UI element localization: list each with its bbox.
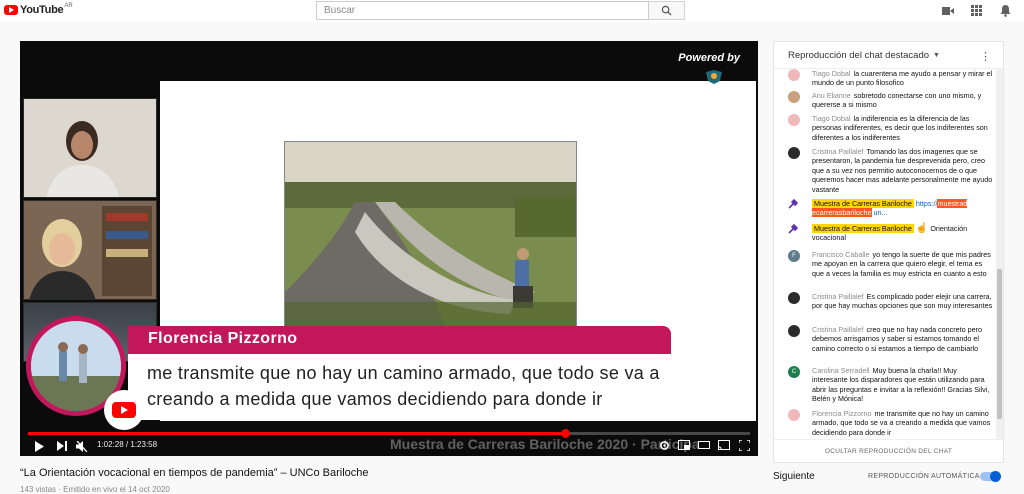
wrench-icon	[788, 198, 800, 211]
chat-message: Muestra de Carreras Bariloche ☝ Orientac…	[788, 224, 994, 243]
chat-author-highlighted: Muestra de Carreras Bariloche	[812, 199, 914, 208]
chat-scroll-thumb[interactable]	[997, 269, 1002, 419]
chat-header-title: Reproducción del chat destacado	[788, 49, 930, 61]
miniplayer-icon	[678, 440, 690, 450]
chat-author: Cristina Paillalef	[812, 292, 864, 301]
skip-next-icon	[57, 441, 67, 451]
apps-icon[interactable]	[970, 4, 983, 17]
youtube-logo[interactable]: YouTube AR	[4, 3, 73, 16]
chat-message: F Francisco Caballe yo tengo la suerte de…	[788, 250, 994, 278]
streamyard-icon	[706, 70, 722, 84]
cast-button[interactable]	[718, 439, 730, 451]
chat-message: Tiago Dobal la cuarentena me ayudo a pens…	[788, 69, 994, 88]
fullscreen-icon	[738, 439, 750, 451]
autoplay-label: REPRODUCCIÓN AUTOMÁTICA	[868, 473, 980, 480]
chevron-down-icon[interactable]: ▼	[933, 52, 940, 59]
chat-author: Cristina Paillalef	[812, 325, 864, 334]
chat-header[interactable]: Reproducción del chat destacado ▼ ⋮	[774, 42, 1003, 69]
search-icon	[661, 5, 672, 16]
chat-author: Cristina Paillalef	[812, 147, 864, 156]
hide-chat-label: OCULTAR REPRODUCCIÓN DEL CHAT	[824, 448, 953, 455]
masthead: YouTube AR Buscar	[0, 0, 1024, 22]
time-current: 1:02:28	[97, 440, 124, 449]
video-title: “La Orientación vocacional en tiempos de…	[20, 467, 369, 479]
chat-message: Tiago Dobal la indiferencia es la diferen…	[788, 114, 994, 142]
avatar	[788, 114, 800, 126]
chat-author: Tiago Dobal	[812, 69, 851, 78]
play-button[interactable]	[34, 439, 44, 453]
chat-message: Anu Elianne sobretodo conectarse con uno …	[788, 91, 994, 110]
chat-messages: Tiago Dobal la cuarentena me ayudo a pens…	[774, 69, 996, 439]
search-button[interactable]	[649, 1, 685, 20]
lower-third-line-2: creando a medida que vamos decidiendo pa…	[147, 389, 603, 409]
video-meta: 143 vistas · Emitido en vivo el 14 oct 2…	[20, 485, 170, 494]
time-total: 1:23:58	[130, 440, 158, 449]
volume-muted-icon	[76, 440, 88, 452]
wrench-icon	[788, 223, 800, 236]
live-chat-replay: Reproducción del chat destacado ▼ ⋮ Tiag…	[773, 41, 1004, 463]
youtube-play-icon	[4, 5, 18, 15]
chat-message: Florencia Pizzorno me transmite que no ha…	[788, 409, 994, 437]
cast-icon	[718, 440, 730, 450]
chat-author: Carolina Serradell	[812, 366, 870, 375]
search-input[interactable]: Buscar	[316, 1, 649, 20]
avatar: F	[788, 250, 800, 262]
progress-fill	[28, 432, 566, 435]
lower-third-name: Florencia Pizzorno	[148, 330, 298, 347]
miniplayer-button[interactable]	[678, 439, 690, 451]
youtube-badge	[104, 390, 144, 430]
settings-button[interactable]	[658, 439, 670, 451]
theater-button[interactable]	[698, 439, 710, 451]
autoplay-toggle-knob	[990, 471, 1001, 482]
chat-message: Cristina Paillalef Es complicado poder el…	[788, 292, 994, 311]
chat-author: Florencia Pizzorno	[812, 409, 872, 418]
chat-author: Anu Elianne	[812, 91, 851, 100]
chat-author: Francisco Caballe	[812, 250, 870, 259]
powered-by: Powered by	[678, 52, 740, 64]
mute-button[interactable]	[76, 439, 88, 453]
chat-author: Tiago Dobal	[812, 114, 851, 123]
gear-icon	[659, 440, 669, 450]
chat-message: Cristina Paillalef creo que no hay nada c…	[788, 325, 994, 353]
fullscreen-button[interactable]	[738, 439, 750, 451]
theater-mode-icon	[698, 441, 710, 449]
participant-camera-1	[23, 98, 157, 198]
next-button[interactable]	[57, 439, 67, 453]
video-player[interactable]: Powered by StreamYard Florencia Pizzorno…	[20, 41, 758, 456]
play-icon	[35, 440, 44, 452]
chat-message: Cristina Paillalef Tomando las dos imagen…	[788, 147, 994, 194]
chat-message: C Carolina Serradell Muy buena la charla!…	[788, 366, 994, 404]
avatar	[788, 325, 800, 337]
participant-camera-2	[23, 200, 157, 300]
streamyard-watermark: StreamYard	[685, 94, 754, 108]
youtube-play-icon	[112, 402, 136, 418]
more-options-icon[interactable]: ⋮	[980, 50, 991, 63]
logo-text: YouTube	[20, 4, 64, 16]
ticker-text: Muestra de Carreras Bariloche 2020 · Par…	[390, 436, 700, 452]
chat-message: Muestra de Carreras Bariloche https://mu…	[788, 198, 994, 218]
avatar	[788, 409, 800, 421]
lower-third-line-1: me transmite que no hay un camino armado…	[147, 363, 660, 383]
chat-scrollbar[interactable]	[996, 69, 1003, 439]
avatar	[788, 292, 800, 304]
notifications-icon[interactable]	[999, 4, 1012, 17]
hide-chat-button[interactable]: OCULTAR REPRODUCCIÓN DEL CHAT	[774, 439, 1003, 462]
search-placeholder: Buscar	[324, 5, 356, 16]
avatar: C	[788, 366, 800, 378]
pointing-hand-icon: ☝	[915, 223, 929, 234]
slide-photo	[284, 141, 577, 327]
logo-region: AR	[64, 3, 73, 9]
avatar	[788, 147, 800, 159]
avatar	[788, 69, 800, 81]
avatar	[788, 91, 800, 103]
time-display: 1:02:28 / 1:23:58	[97, 440, 157, 449]
progress-bar[interactable]	[28, 429, 750, 438]
autoplay-toggle[interactable]	[980, 471, 1001, 482]
chat-text: un...	[873, 208, 888, 218]
up-next-label: Siguiente	[773, 471, 815, 482]
chat-author-highlighted: Muestra de Carreras Bariloche	[812, 224, 914, 233]
create-video-icon[interactable]	[941, 4, 954, 17]
